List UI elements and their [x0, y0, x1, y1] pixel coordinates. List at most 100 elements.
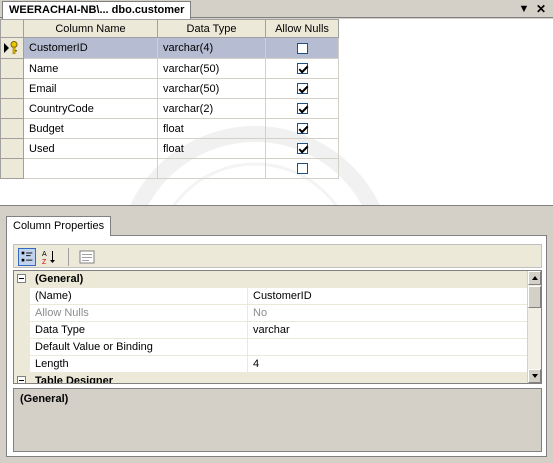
property-gutter [14, 373, 30, 383]
property-gutter [14, 339, 30, 356]
property-value[interactable]: varchar [247, 322, 527, 339]
scroll-up-icon[interactable] [528, 271, 541, 285]
column-name-cell[interactable] [23, 158, 158, 179]
property-gutter [14, 271, 30, 288]
column-name-cell[interactable]: CountryCode [23, 98, 158, 119]
property-gutter [14, 305, 30, 322]
categorized-icon[interactable] [18, 248, 36, 266]
property-gutter [14, 322, 30, 339]
property-name: Allow Nulls [35, 307, 89, 319]
allow-nulls-checkbox[interactable] [296, 163, 308, 175]
allow-nulls-checkbox[interactable] [296, 103, 308, 115]
property-name: (General) [35, 273, 84, 285]
column-name-cell[interactable]: Email [23, 78, 158, 99]
data-type-cell[interactable]: varchar(2) [157, 98, 266, 119]
table-row[interactable]: Used float [0, 138, 339, 159]
property-name: Length [35, 358, 69, 370]
property-name: (Name) [35, 290, 72, 302]
table-row[interactable]: Budget float [0, 118, 339, 139]
property-row[interactable]: Data Type varchar [14, 322, 529, 339]
property-category[interactable]: (General) [14, 271, 529, 288]
property-value[interactable]: CustomerID [247, 288, 527, 305]
allow-nulls-checkbox[interactable] [296, 123, 308, 135]
property-name: Table Designer [35, 375, 114, 384]
column-properties-panel: A Z (General) (Name) CustomerID Allow Nulls… [6, 235, 547, 457]
property-grid: (General) (Name) CustomerID Allow Nulls No Da… [13, 270, 542, 384]
columns-table: Column Name Data Type Allow Nulls Custom… [0, 19, 339, 179]
allow-nulls-cell [265, 138, 339, 159]
column-name-cell[interactable]: Budget [23, 118, 158, 139]
column-grid-area: Column Name Data Type Allow Nulls Custom… [0, 19, 553, 205]
property-value[interactable] [247, 339, 527, 356]
header-corner[interactable] [0, 19, 24, 38]
primary-key-icon [1, 38, 23, 58]
property-name: Data Type [35, 324, 85, 336]
description-title: (General) [20, 393, 69, 405]
table-designer-window: WEERACHAI-NB\... dbo.customer ▼ ✕ Column… [0, 0, 553, 463]
property-row[interactable]: (Name) CustomerID [14, 288, 529, 305]
property-pages-icon[interactable] [78, 248, 96, 266]
property-row[interactable]: Length 4 [14, 356, 529, 373]
collapse-icon[interactable] [17, 376, 26, 383]
property-row[interactable]: Default Value or Binding [14, 339, 529, 356]
close-icon[interactable]: ✕ [534, 2, 548, 16]
data-type-cell[interactable]: float [157, 118, 266, 139]
collapse-icon[interactable] [17, 274, 26, 283]
row-selector[interactable] [0, 37, 24, 59]
allow-nulls-cell [265, 98, 339, 119]
svg-text:Z: Z [42, 259, 47, 266]
data-type-cell[interactable]: varchar(50) [157, 58, 266, 79]
sort-alphabetical-icon[interactable]: A Z [40, 248, 58, 266]
splitter-bar[interactable] [0, 205, 553, 210]
data-type-cell[interactable] [157, 158, 266, 179]
row-selector[interactable] [0, 58, 24, 79]
allow-nulls-checkbox[interactable] [296, 143, 308, 155]
data-type-cell[interactable]: float [157, 138, 266, 159]
property-description-pane: (General) [13, 388, 542, 452]
table-row[interactable]: CountryCode varchar(2) [0, 98, 339, 119]
scroll-thumb[interactable] [528, 286, 541, 308]
allow-nulls-checkbox[interactable] [296, 83, 308, 95]
document-tab-strip: WEERACHAI-NB\... dbo.customer ▼ ✕ [0, 0, 553, 19]
table-row[interactable]: Name varchar(50) [0, 58, 339, 79]
table-row[interactable]: Email varchar(50) [0, 78, 339, 99]
row-selector[interactable] [0, 158, 24, 179]
property-gutter [14, 356, 30, 373]
row-selector[interactable] [0, 78, 24, 99]
column-name-cell[interactable]: CustomerID [23, 37, 158, 59]
row-selector[interactable] [0, 98, 24, 119]
allow-nulls-cell [265, 78, 339, 99]
document-tab[interactable]: WEERACHAI-NB\... dbo.customer [2, 1, 192, 19]
toolbar-separator [68, 248, 69, 266]
data-type-cell[interactable]: varchar(4) [157, 37, 266, 59]
columns-header-row: Column Name Data Type Allow Nulls [0, 19, 339, 38]
property-gutter [14, 288, 30, 305]
tab-column-properties[interactable]: Column Properties [6, 216, 112, 236]
row-selector[interactable] [0, 138, 24, 159]
property-category[interactable]: Table Designer [14, 373, 529, 384]
property-grid-scrollbar[interactable] [527, 271, 541, 383]
allow-nulls-cell [265, 158, 339, 179]
allow-nulls-cell [265, 118, 339, 139]
allow-nulls-cell [265, 37, 339, 59]
column-name-cell[interactable]: Used [23, 138, 158, 159]
property-name: Default Value or Binding [35, 341, 153, 353]
property-value[interactable]: No [247, 305, 527, 322]
svg-text:A: A [42, 251, 47, 258]
data-type-header[interactable]: Data Type [157, 19, 266, 38]
column-name-header[interactable]: Column Name [23, 19, 158, 38]
properties-toolbar: A Z [13, 244, 542, 268]
property-value[interactable]: 4 [247, 356, 527, 373]
property-row[interactable]: Allow Nulls No [14, 305, 529, 322]
table-row[interactable] [0, 158, 339, 179]
data-type-cell[interactable]: varchar(50) [157, 78, 266, 99]
allow-nulls-checkbox[interactable] [296, 63, 308, 75]
table-row[interactable]: CustomerID varchar(4) [0, 37, 339, 59]
scroll-down-icon[interactable] [528, 369, 541, 383]
row-selector[interactable] [0, 118, 24, 139]
allow-nulls-cell [265, 58, 339, 79]
allow-nulls-checkbox[interactable] [296, 42, 308, 54]
tab-dropdown-icon[interactable]: ▼ [517, 2, 531, 16]
column-name-cell[interactable]: Name [23, 58, 158, 79]
allow-nulls-header[interactable]: Allow Nulls [265, 19, 339, 38]
